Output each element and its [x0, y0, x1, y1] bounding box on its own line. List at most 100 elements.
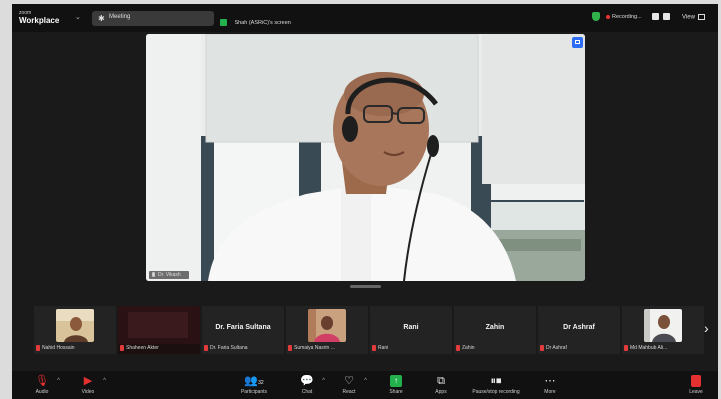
participant-name: Md Mahbub Ali...	[630, 345, 668, 351]
recording-controls-button[interactable]: ⏸⏹ Pause/stop recording	[465, 374, 527, 396]
chat-button[interactable]: 💬 Chat ^	[287, 374, 327, 396]
mic-muted-icon	[456, 345, 460, 351]
mic-muted-icon	[624, 345, 628, 351]
participants-count: 32	[258, 380, 264, 386]
participant-footer: Shaheen Akter	[120, 344, 159, 352]
share-button[interactable]: ↑ Share	[376, 374, 416, 396]
chevron-up-icon[interactable]: ^	[57, 378, 60, 384]
mic-muted-icon: 🎙	[35, 375, 49, 387]
recording-label: Pause/stop recording	[472, 389, 520, 395]
leave-label: Leave	[689, 389, 703, 395]
chevron-down-icon[interactable]: ⌄	[75, 13, 81, 21]
participant-footer: Rani	[372, 344, 388, 352]
participant-footer: Nahid Hossain	[36, 344, 75, 352]
more-icon: ⋯	[544, 375, 556, 387]
apps-icon: ⧉	[437, 375, 445, 387]
react-label: React	[342, 389, 356, 395]
chevron-up-icon[interactable]: ^	[103, 378, 106, 384]
more-label: More	[544, 389, 556, 395]
participant-tile[interactable]: Dr. Faria Sultana Dr. Faria Sultana	[202, 306, 284, 354]
recording-dot-icon	[606, 14, 610, 19]
pause-recording-button[interactable]	[652, 13, 659, 20]
mic-muted-icon	[120, 345, 124, 351]
meeting-tab[interactable]: ✱ Meeting	[92, 11, 214, 26]
participant-footer: Sumaiya Nasrin ...	[288, 344, 335, 352]
share-icon: ↑	[376, 374, 416, 389]
participant-display-name: Dr. Faria Sultana	[215, 324, 271, 331]
screen-share-status[interactable]: Shah (ASRiC)'s screen	[220, 14, 291, 32]
mic-icon	[152, 272, 155, 277]
more-button[interactable]: ⋯ More	[530, 374, 570, 396]
mic-muted-icon	[540, 345, 544, 351]
speaker-options-button[interactable]	[572, 37, 583, 48]
share-screen-icon	[220, 19, 227, 27]
participant-name: Rani	[378, 345, 389, 351]
apps-label: Apps	[435, 389, 447, 395]
participant-name: Dr Ashraf	[546, 345, 567, 351]
chat-label: Chat	[301, 389, 313, 395]
audio-label: Audio	[35, 389, 49, 395]
participant-display-name: Dr Ashraf	[563, 324, 595, 331]
resize-handle[interactable]	[350, 285, 381, 288]
mic-muted-icon	[204, 345, 208, 351]
participant-name: Dr. Faria Sultana	[210, 345, 248, 351]
view-label: View	[682, 14, 695, 21]
participant-name: Nahid Hossain	[42, 345, 75, 351]
participant-tile[interactable]: Dr Ashraf Dr Ashraf	[538, 306, 620, 354]
participant-video	[118, 306, 200, 344]
chevron-up-icon[interactable]: ^	[364, 378, 367, 384]
participant-tile[interactable]: Md Mahbub Ali...	[622, 306, 704, 354]
zoom-window: zoom Workplace ⌄ ✱ Meeting Shah (ASRiC)'…	[12, 4, 718, 399]
apps-button[interactable]: ⧉ Apps	[421, 374, 461, 396]
speaker-video-feed	[146, 34, 585, 281]
participants-icon: 👥32	[244, 375, 264, 387]
view-button[interactable]: View	[682, 14, 705, 21]
speaker-name: Dr. Vikash	[158, 272, 181, 278]
participant-name: Sumaiya Nasrin ...	[294, 345, 335, 351]
participant-tile[interactable]: Sumaiya Nasrin ...	[286, 306, 368, 354]
participants-button[interactable]: 👥32 Participants	[228, 374, 280, 396]
participant-video	[56, 309, 94, 342]
top-bar: zoom Workplace ⌄ ✱ Meeting Shah (ASRiC)'…	[12, 4, 718, 32]
meeting-label: Meeting	[109, 14, 131, 20]
participant-footer: Dr Ashraf	[540, 344, 567, 352]
video-button[interactable]: ▶ Video ^	[68, 374, 108, 396]
participant-footer: Zahin	[456, 344, 475, 352]
stop-recording-button[interactable]	[663, 13, 670, 20]
participant-video	[644, 309, 682, 342]
audio-button[interactable]: 🎙 Audio ^	[22, 374, 62, 396]
meeting-icon: ✱	[98, 14, 105, 23]
participant-display-name: Rani	[403, 324, 419, 331]
participant-video	[308, 309, 346, 342]
participant-tile[interactable]: Shaheen Akter	[118, 306, 200, 354]
participant-footer: Md Mahbub Ali...	[624, 344, 667, 352]
zoom-logo[interactable]: zoom Workplace	[19, 10, 60, 25]
share-label: Share	[389, 389, 403, 395]
recording-indicator: Recording...	[606, 14, 642, 20]
meeting-toolbar: 🎙 Audio ^ ▶ Video ^ 👥32 Participants 💬 C…	[12, 371, 718, 399]
chevron-up-icon[interactable]: ^	[322, 378, 325, 384]
shield-icon[interactable]	[592, 12, 600, 21]
speaker-name-tag: Dr. Vikash	[149, 271, 189, 279]
participant-tile[interactable]: Nahid Hossain	[34, 306, 116, 354]
participant-name: Shaheen Akter	[126, 345, 159, 351]
chat-icon: 💬	[300, 375, 314, 387]
participant-tile[interactable]: Zahin Zahin	[454, 306, 536, 354]
participant-filmstrip: Nahid Hossain Shaheen Akter Dr. Faria Su…	[34, 306, 710, 354]
mic-muted-icon	[372, 345, 376, 351]
share-status-label: Shah (ASRiC)'s screen	[234, 19, 291, 26]
pause-stop-icon: ⏸⏹	[490, 375, 502, 387]
mic-muted-icon	[36, 345, 40, 351]
active-speaker-video[interactable]: Dr. Vikash	[146, 34, 585, 281]
video-off-icon: ▶	[83, 375, 93, 387]
react-button[interactable]: ♡ React ^	[329, 374, 369, 396]
grid-view-icon	[697, 14, 705, 20]
chevron-right-icon[interactable]: ›	[704, 320, 709, 336]
participant-display-name: Zahin	[485, 324, 505, 331]
brand-main: Workplace	[19, 16, 60, 25]
heart-icon: ♡	[344, 375, 354, 387]
participants-label: Participants	[240, 389, 268, 395]
leave-button[interactable]: Leave	[676, 374, 716, 396]
recording-label: Recording...	[612, 14, 642, 20]
participant-tile[interactable]: Rani Rani	[370, 306, 452, 354]
